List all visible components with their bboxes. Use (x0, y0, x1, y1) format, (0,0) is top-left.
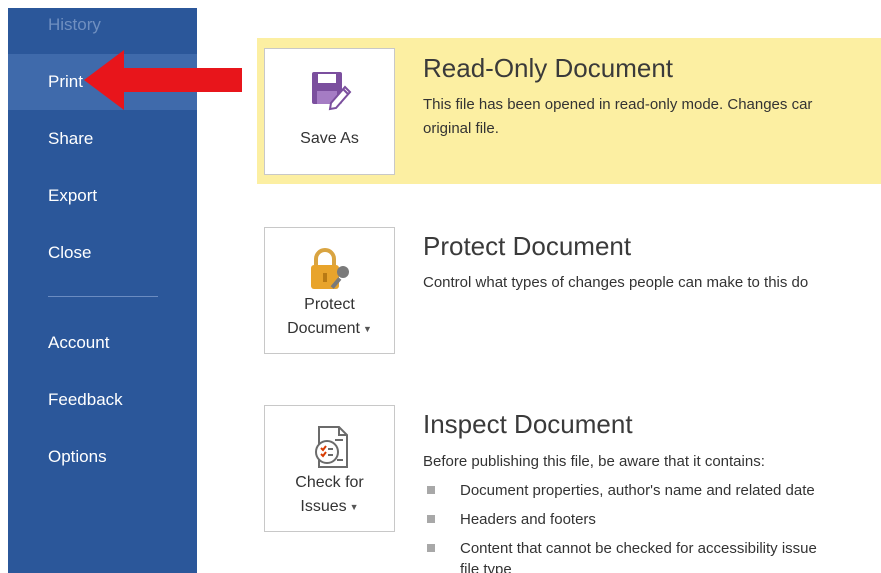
sidebar-item-label: Close (48, 243, 92, 262)
sidebar-item-label: Options (48, 447, 107, 466)
check-issues-label-line2: Issues ▼ (265, 495, 394, 519)
sidebar-item-label: Account (48, 333, 110, 352)
bullet-icon (427, 486, 435, 494)
protect-document-button[interactable]: Protect Document ▼ (264, 227, 395, 354)
protect-label-line1: Protect (304, 296, 355, 313)
list-item: Document properties, author's name and r… (427, 476, 817, 505)
sidebar-item-options[interactable]: Options (8, 429, 197, 485)
read-only-title: Read-Only Document (423, 53, 673, 83)
bullet-icon (427, 544, 435, 552)
list-item: Headers and footers (427, 505, 817, 534)
sidebar-item-label: Share (48, 129, 94, 148)
sidebar-item-feedback[interactable]: Feedback (8, 372, 197, 428)
sidebar-item-label: History (48, 15, 101, 34)
dropdown-caret-icon: ▼ (349, 502, 359, 512)
sidebar-item-export[interactable]: Export (8, 168, 197, 224)
sidebar-item-close[interactable]: Close (8, 225, 197, 281)
read-only-desc-line1: This file has been opened in read-only m… (423, 96, 813, 113)
sidebar-item-share[interactable]: Share (8, 111, 197, 167)
lock-key-icon (311, 248, 349, 289)
sidebar-divider (48, 296, 158, 297)
inspect-desc: Before publishing this file, be aware th… (423, 453, 765, 470)
dropdown-caret-icon: ▼ (363, 324, 372, 334)
check-for-issues-button[interactable]: Check for Issues ▼ (264, 405, 395, 532)
sidebar-item-label: Export (48, 186, 98, 205)
save-as-icon (312, 72, 352, 111)
sidebar-item-label: Print (48, 72, 83, 91)
inspect-title: Inspect Document (423, 409, 633, 439)
check-issues-label-line1: Check for (295, 474, 364, 491)
read-only-desc-line2: original file. (423, 120, 499, 137)
protect-label-text: Document (287, 320, 360, 338)
checklist-icon (315, 426, 348, 468)
sidebar-item-label: Feedback (48, 390, 123, 409)
sidebar-item-account[interactable]: Account (8, 315, 197, 371)
inspect-overflow-text: file type (460, 561, 512, 573)
info-pane: Save As Read-Only Document This file has… (197, 0, 881, 573)
protect-label-line2: Document ▼ (265, 317, 394, 341)
inspect-bullet-list: Document properties, author's name and r… (427, 476, 817, 563)
bullet-icon (427, 515, 435, 523)
save-as-button[interactable]: Save As (264, 48, 395, 175)
save-as-label: Save As (300, 130, 359, 147)
check-issues-label-text: Issues (300, 498, 347, 516)
protect-desc: Control what types of changes people can… (423, 274, 809, 291)
protect-title: Protect Document (423, 231, 632, 261)
window-edge-left (0, 0, 8, 573)
window-edge-top (0, 0, 881, 8)
red-arrow-annotation (84, 50, 242, 110)
backstage-window: History Print Share Export Close Account… (0, 0, 881, 573)
